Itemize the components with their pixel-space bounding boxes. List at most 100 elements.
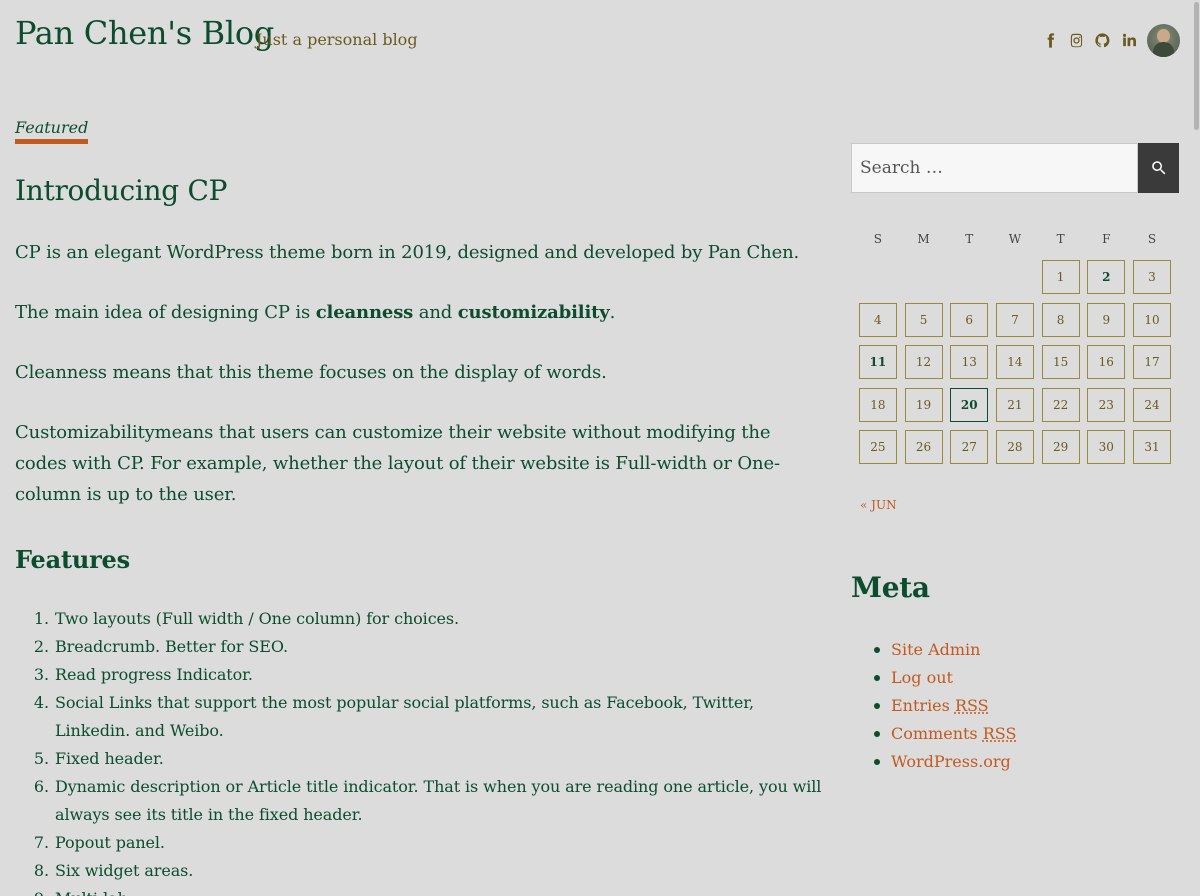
calendar-cell: 7 xyxy=(992,303,1038,337)
feature-text: Two layouts (Full width / One column) fo… xyxy=(55,605,825,633)
calendar-week-row: 18 19 20 21 22 23 24 xyxy=(855,384,1175,427)
category-featured[interactable]: Featured xyxy=(15,118,88,144)
feature-number: 1. xyxy=(15,605,55,633)
calendar-day: 23 xyxy=(1087,388,1125,422)
scrollbar-thumb[interactable] xyxy=(1194,2,1199,130)
calendar-day: 9 xyxy=(1087,303,1125,337)
bold-customizability: customizability xyxy=(458,302,610,323)
calendar-weekdays: SMTWTFS xyxy=(855,232,1175,256)
calendar-day: 19 xyxy=(905,388,943,422)
avatar[interactable] xyxy=(1147,24,1180,57)
calendar-cell: 18 xyxy=(855,388,901,422)
calendar-cell: 22 xyxy=(1038,388,1084,422)
feature-number: 5. xyxy=(15,745,55,773)
calendar-cell: 5 xyxy=(901,303,947,337)
calendar-cell: 27 xyxy=(946,430,992,464)
meta-link-abbr: RSS xyxy=(983,724,1017,743)
calendar-day: 1 xyxy=(1042,260,1080,294)
calendar-cell: 16 xyxy=(1083,345,1129,379)
calendar-day: 27 xyxy=(950,430,988,464)
feature-text: Popout panel. xyxy=(55,829,825,857)
calendar-week-row: 4 5 6 7 8 9 10 xyxy=(855,299,1175,342)
calendar-day: 24 xyxy=(1133,388,1171,422)
calendar-day: 3 xyxy=(1133,260,1171,294)
paragraph-main-idea: The main idea of designing CP is cleanne… xyxy=(15,297,825,328)
calendar-weekday: T xyxy=(1038,232,1084,256)
feature-number: 3. xyxy=(15,661,55,689)
calendar-cell: 8 xyxy=(1038,303,1084,337)
meta-link[interactable]: Entries RSS xyxy=(891,692,1016,720)
meta-list: Site Admin Log out Entries RSS Comments RSS… xyxy=(891,636,1016,776)
bold-cleanness: cleanness xyxy=(316,302,413,323)
feature-number: 7. xyxy=(15,829,55,857)
calendar-cell: 21 xyxy=(992,388,1038,422)
meta-link[interactable]: Site Admin xyxy=(891,636,1016,664)
calendar-cell: 11 xyxy=(855,345,901,379)
paragraph-customizability: Customizabilitymeans that users can cust… xyxy=(15,417,825,510)
calendar-day: 4 xyxy=(859,303,897,337)
linkedin-icon[interactable] xyxy=(1115,22,1141,58)
scrollbar[interactable] xyxy=(1192,0,1200,896)
post-title[interactable]: Introducing CP xyxy=(15,174,227,207)
site-title[interactable]: Pan Chen's Blog xyxy=(15,14,274,52)
calendar-day[interactable]: 2 xyxy=(1087,260,1125,294)
calendar-day: 18 xyxy=(859,388,897,422)
meta-link-label: Comments xyxy=(891,724,983,743)
calendar-day: 14 xyxy=(996,345,1034,379)
calendar-cell: 19 xyxy=(901,388,947,422)
meta-link-label: Entries xyxy=(891,696,955,715)
calendar-cell: 1 xyxy=(1038,260,1084,294)
calendar-day-today: 20 xyxy=(950,388,988,422)
feature-text: Six widget areas. xyxy=(55,857,825,885)
paragraph-cleanness: Cleanness means that this theme focuses … xyxy=(15,357,825,388)
feature-number: 9. xyxy=(15,885,55,896)
meta-link-label: WordPress.org xyxy=(891,752,1011,771)
facebook-icon[interactable] xyxy=(1037,22,1063,58)
calendar-day: 12 xyxy=(905,345,943,379)
feature-item: 6. Dynamic description or Article title i… xyxy=(15,773,825,829)
meta-link-abbr: RSS xyxy=(955,696,989,715)
calendar-cell: 30 xyxy=(1083,430,1129,464)
calendar-weekday: T xyxy=(946,232,992,256)
github-icon[interactable] xyxy=(1089,22,1115,58)
calendar-day: 26 xyxy=(905,430,943,464)
calendar-cell: 20 xyxy=(946,388,992,422)
site-description: Just a personal blog xyxy=(256,30,418,49)
calendar-cell: 25 xyxy=(855,430,901,464)
feature-text: Dynamic description or Article title ind… xyxy=(55,773,825,829)
calendar-day: 31 xyxy=(1133,430,1171,464)
calendar-day: 30 xyxy=(1087,430,1125,464)
calendar-day: 25 xyxy=(859,430,897,464)
search-button[interactable] xyxy=(1138,143,1179,193)
feature-item: 3. Read progress Indicator. xyxy=(15,661,825,689)
meta-heading: Meta xyxy=(851,571,930,604)
calendar-week-row: 11 12 13 14 15 16 17 xyxy=(855,341,1175,384)
calendar-day: 15 xyxy=(1042,345,1080,379)
calendar-weekday: M xyxy=(901,232,947,256)
feature-number: 8. xyxy=(15,857,55,885)
feature-item: 9.Multi-lab xyxy=(15,885,825,896)
calendar-cell: 23 xyxy=(1083,388,1129,422)
meta-link-label: Log out xyxy=(891,668,953,687)
search-form xyxy=(851,143,1179,193)
calendar-prev-month-link[interactable]: « JUN xyxy=(860,498,897,512)
calendar-weekday: S xyxy=(855,232,901,256)
calendar-day[interactable]: 11 xyxy=(859,345,897,379)
meta-link[interactable]: Comments RSS xyxy=(891,720,1016,748)
meta-link[interactable]: Log out xyxy=(891,664,1016,692)
calendar-day: 10 xyxy=(1133,303,1171,337)
meta-link-label: Site Admin xyxy=(891,640,980,659)
instagram-icon[interactable] xyxy=(1063,22,1089,58)
calendar-cell: 15 xyxy=(1038,345,1084,379)
meta-link[interactable]: WordPress.org xyxy=(891,748,1016,776)
calendar-widget: SMTWTFS 1 2 3 4 5 6 7 8 9 10 11 12 13 14 15 16 17 18 19 20 2… xyxy=(855,232,1175,469)
feature-item: 1. Two layouts (Full width / One column) … xyxy=(15,605,825,633)
calendar-cell: 4 xyxy=(855,303,901,337)
calendar-week-row: 25 26 27 28 29 30 31 xyxy=(855,426,1175,469)
post-body: CP is an elegant WordPress theme born in… xyxy=(15,237,825,539)
feature-text: Social Links that support the most popul… xyxy=(55,689,825,745)
search-input[interactable] xyxy=(851,143,1138,193)
calendar-cell: 13 xyxy=(946,345,992,379)
calendar-day: 29 xyxy=(1042,430,1080,464)
calendar-cell: 9 xyxy=(1083,303,1129,337)
